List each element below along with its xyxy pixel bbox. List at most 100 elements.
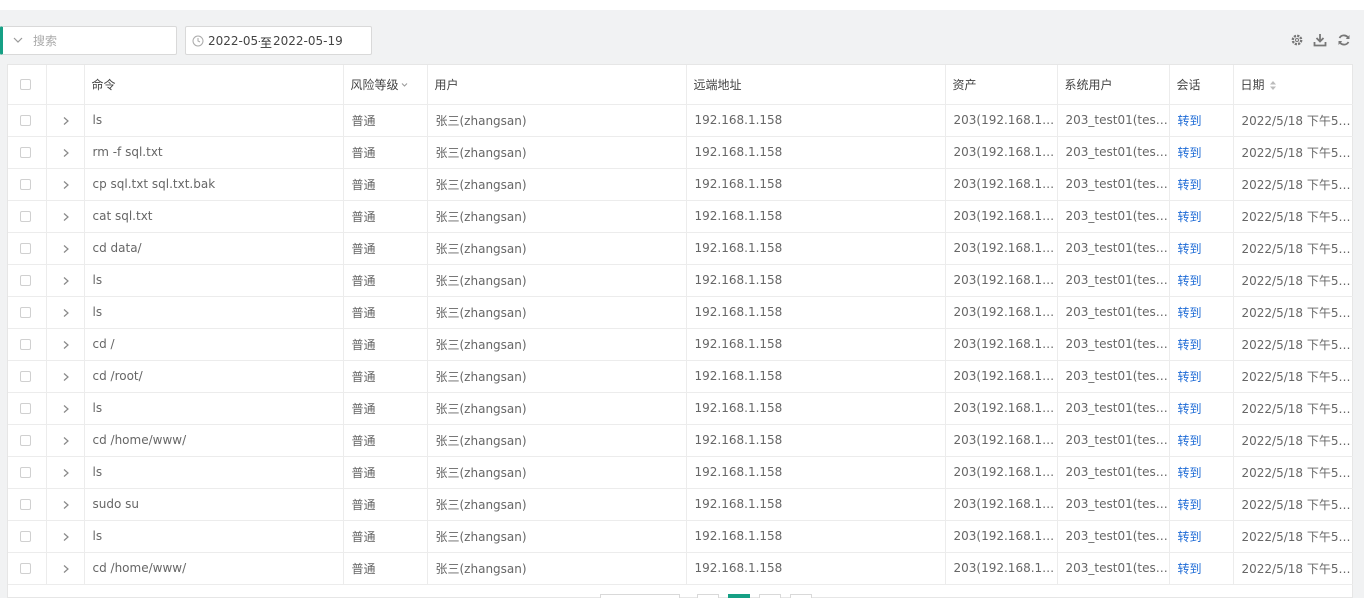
cell-system-user: 203_test01(tes…	[1057, 264, 1170, 297]
chevron-right-icon[interactable]	[61, 115, 71, 127]
user-value: 张三(zhangsan)	[435, 465, 527, 480]
row-checkbox[interactable]	[20, 147, 31, 158]
goto-session-link[interactable]: 转到	[1178, 466, 1202, 480]
goto-session-link[interactable]: 转到	[1178, 242, 1202, 256]
cell-command: cd data/	[84, 232, 344, 265]
row-checkbox[interactable]	[20, 467, 31, 478]
goto-session-link[interactable]: 转到	[1178, 562, 1202, 576]
expand-cell	[46, 328, 85, 361]
cell-asset: 203(192.168.1.…	[945, 232, 1058, 265]
goto-session-link[interactable]: 转到	[1178, 210, 1202, 224]
filter-dropdown-icon[interactable]	[401, 82, 408, 88]
row-checkbox[interactable]	[20, 371, 31, 382]
row-select-cell	[8, 392, 47, 425]
cell-remote: 192.168.1.158	[686, 200, 946, 233]
row-checkbox[interactable]	[20, 179, 31, 190]
goto-session-link[interactable]: 转到	[1178, 434, 1202, 448]
row-checkbox[interactable]	[20, 211, 31, 222]
expand-cell	[46, 392, 85, 425]
chevron-down-icon[interactable]	[12, 33, 24, 47]
date-end[interactable]: 2022-05-19	[273, 34, 368, 48]
column-header-user: 用户	[427, 65, 687, 105]
chevron-right-icon[interactable]	[61, 563, 71, 575]
page-size-select[interactable]	[600, 594, 680, 598]
goto-session-link[interactable]: 转到	[1178, 274, 1202, 288]
cell-asset: 203(192.168.1.…	[945, 552, 1058, 585]
user-value: 张三(zhangsan)	[435, 113, 527, 128]
date-start[interactable]: 2022-05-1	[208, 34, 260, 48]
cell-remote: 192.168.1.158	[686, 488, 946, 521]
sort-icon[interactable]	[1269, 80, 1277, 91]
asset-value: 203(192.168.1.…	[953, 561, 1057, 575]
cell-user: 张三(zhangsan)	[427, 392, 687, 425]
column-header-date[interactable]: 日期	[1233, 65, 1353, 105]
row-checkbox[interactable]	[20, 563, 31, 574]
chevron-right-icon[interactable]	[61, 275, 71, 287]
chevron-right-icon[interactable]	[61, 243, 71, 255]
search-input[interactable]	[33, 31, 173, 51]
goto-session-link[interactable]: 转到	[1178, 146, 1202, 160]
chevron-right-icon[interactable]	[61, 499, 71, 511]
header-label: 日期	[1240, 77, 1265, 92]
goto-session-link[interactable]: 转到	[1178, 178, 1202, 192]
column-header-risk[interactable]: 风险等级	[343, 65, 428, 105]
cell-command: cd /home/www/	[84, 552, 344, 585]
chevron-right-icon[interactable]	[61, 307, 71, 319]
gear-icon[interactable]	[1290, 33, 1304, 47]
date-range-picker[interactable]: 2022-05-1 至 2022-05-19	[185, 26, 372, 55]
row-checkbox[interactable]	[20, 115, 31, 126]
cell-user: 张三(zhangsan)	[427, 168, 687, 201]
command-value: cd data/	[92, 241, 142, 255]
table-row: ls 普通 张三(zhangsan) 192.168.1.158 203(192.168…	[8, 264, 1353, 297]
page-button[interactable]	[759, 594, 781, 598]
row-checkbox[interactable]	[20, 243, 31, 254]
row-checkbox[interactable]	[20, 275, 31, 286]
search-box[interactable]	[0, 26, 177, 55]
goto-session-link[interactable]: 转到	[1178, 370, 1202, 384]
goto-session-link[interactable]: 转到	[1178, 114, 1202, 128]
cell-remote: 192.168.1.158	[686, 424, 946, 457]
expand-cell	[46, 424, 85, 457]
asset-value: 203(192.168.1.…	[953, 369, 1057, 383]
chevron-right-icon[interactable]	[61, 467, 71, 479]
cell-risk: 普通	[343, 232, 428, 265]
column-header-asset: 资产	[945, 65, 1058, 105]
asset-value: 203(192.168.1.…	[953, 305, 1057, 319]
table-row: cp sql.txt sql.txt.bak 普通 张三(zhangsan) 192.…	[8, 168, 1353, 201]
row-select-cell	[8, 488, 47, 521]
chevron-right-icon[interactable]	[61, 147, 71, 159]
chevron-right-icon[interactable]	[61, 211, 71, 223]
goto-session-link[interactable]: 转到	[1178, 402, 1202, 416]
date-value: 2022/5/18 下午5…	[1241, 273, 1351, 288]
prev-page-button[interactable]	[697, 594, 719, 598]
row-checkbox[interactable]	[20, 403, 31, 414]
cell-user: 张三(zhangsan)	[427, 104, 687, 137]
command-value: cd /	[92, 337, 115, 351]
refresh-icon[interactable]	[1337, 33, 1351, 47]
remote-value: 192.168.1.158	[694, 305, 783, 319]
download-icon[interactable]	[1313, 33, 1327, 47]
row-checkbox[interactable]	[20, 339, 31, 350]
chevron-right-icon[interactable]	[61, 371, 71, 383]
row-checkbox[interactable]	[20, 531, 31, 542]
goto-session-link[interactable]: 转到	[1178, 530, 1202, 544]
goto-session-link[interactable]: 转到	[1178, 306, 1202, 320]
goto-session-link[interactable]: 转到	[1178, 498, 1202, 512]
expand-cell	[46, 456, 85, 489]
chevron-right-icon[interactable]	[61, 339, 71, 351]
current-page-button[interactable]	[728, 594, 750, 598]
row-checkbox[interactable]	[20, 499, 31, 510]
cell-session: 转到	[1169, 168, 1234, 201]
system-user-value: 203_test01(tes…	[1065, 561, 1168, 575]
chevron-right-icon[interactable]	[61, 179, 71, 191]
row-checkbox[interactable]	[20, 435, 31, 446]
chevron-right-icon[interactable]	[61, 403, 71, 415]
chevron-right-icon[interactable]	[61, 435, 71, 447]
select-all-checkbox[interactable]	[20, 79, 31, 91]
row-checkbox[interactable]	[20, 307, 31, 318]
goto-session-link[interactable]: 转到	[1178, 338, 1202, 352]
risk-value: 普通	[351, 273, 376, 288]
chevron-right-icon[interactable]	[61, 531, 71, 543]
next-page-button[interactable]	[790, 594, 812, 598]
cell-system-user: 203_test01(tes…	[1057, 232, 1170, 265]
